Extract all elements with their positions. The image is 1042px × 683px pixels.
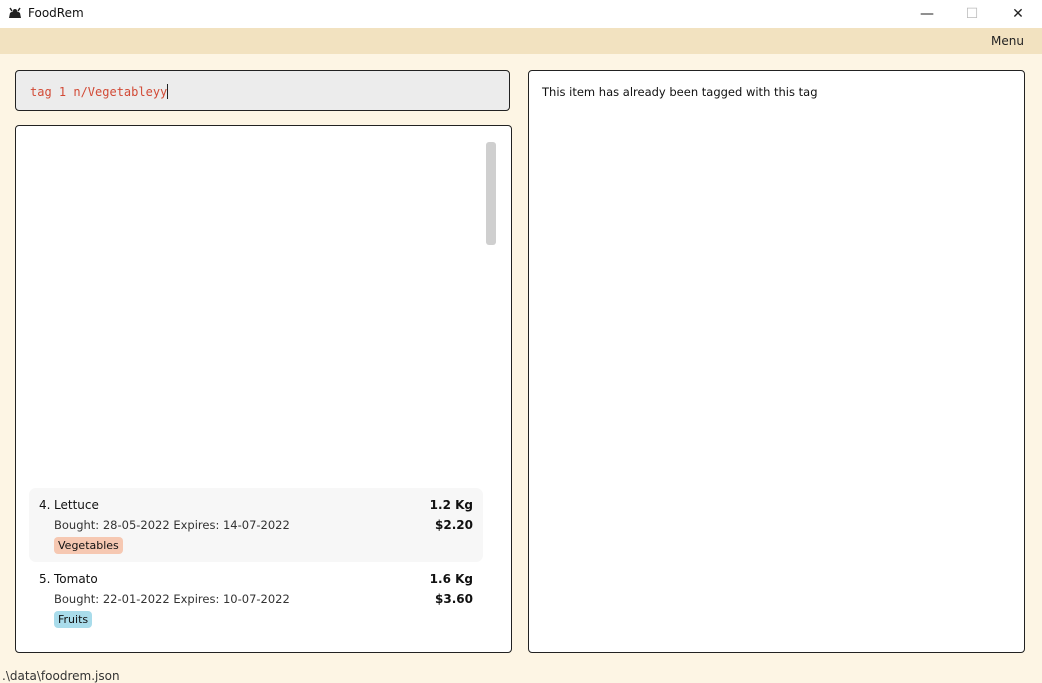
item-price: $3.60: [435, 592, 473, 606]
list-scrollbar[interactable]: [486, 142, 496, 245]
result-message: This item has already been tagged with t…: [542, 85, 818, 99]
item-expiry-date: Expires: 14-07-2022: [173, 518, 290, 532]
item-quantity: 1.6 Kg: [429, 572, 473, 586]
menu-button[interactable]: Menu: [991, 34, 1024, 48]
text-caret: [167, 84, 169, 99]
maximize-button[interactable]: ☐: [949, 0, 995, 28]
command-text: tag 1 n/Vegetableyy: [30, 84, 169, 99]
item-index: 5.: [39, 572, 51, 586]
item-tag: Fruits: [54, 611, 93, 628]
item-price: $2.20: [435, 518, 473, 532]
item-name: Tomato: [54, 572, 98, 586]
command-input[interactable]: tag 1 n/Vegetableyy: [15, 70, 510, 111]
item-tag: Vegetables: [54, 537, 123, 554]
close-icon: ✕: [1012, 6, 1024, 22]
menu-bar: Menu: [0, 28, 1042, 54]
maximize-icon: ☐: [965, 6, 979, 22]
item-index: 4.: [39, 498, 51, 512]
item-list-panel[interactable]: 4. Lettuce Bought: 28-05-2022 Expires: 1…: [15, 125, 512, 653]
minimize-icon: —: [920, 6, 934, 22]
item-card[interactable]: 4. Lettuce Bought: 28-05-2022 Expires: 1…: [29, 488, 483, 562]
item-bought-date: Bought: 28-05-2022: [54, 518, 170, 532]
window-title: FoodRem: [28, 6, 84, 20]
data-file-path: .\data\foodrem.json: [2, 669, 120, 683]
item-name: Lettuce: [54, 498, 99, 512]
status-bar: .\data\foodrem.json: [0, 669, 1042, 683]
minimize-button[interactable]: —: [904, 0, 950, 28]
item-dates: Bought: 22-01-2022 Expires: 10-07-2022: [54, 592, 290, 606]
item-dates: Bought: 28-05-2022 Expires: 14-07-2022: [54, 518, 290, 532]
item-bought-date: Bought: 22-01-2022: [54, 592, 170, 606]
close-window-button[interactable]: ✕: [995, 0, 1041, 28]
item-quantity: 1.2 Kg: [429, 498, 473, 512]
title-bar: FoodRem — ☐ ✕: [0, 0, 1042, 28]
item-card[interactable]: 5. Tomato Bought: 22-01-2022 Expires: 10…: [29, 562, 483, 636]
item-expiry-date: Expires: 10-07-2022: [173, 592, 290, 606]
result-display: This item has already been tagged with t…: [528, 70, 1025, 653]
app-logo-icon: [9, 7, 21, 18]
